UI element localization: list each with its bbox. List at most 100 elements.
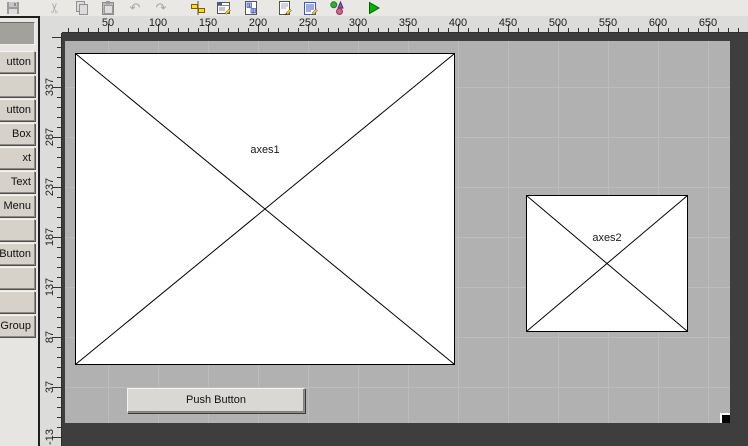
ruler-vertical: 3372872371871378737-13 bbox=[40, 33, 62, 446]
menu-editor-icon[interactable] bbox=[216, 0, 232, 16]
ruler-tick bbox=[718, 28, 719, 32]
undo-arrow-icon[interactable]: ↶ bbox=[127, 0, 143, 16]
palette-item-radio-button[interactable]: Button bbox=[0, 243, 35, 265]
ruler-tick bbox=[52, 37, 61, 38]
ruler-tick bbox=[52, 87, 61, 88]
ruler-tick bbox=[298, 28, 299, 32]
tab-order-icon[interactable]: 12 bbox=[243, 0, 259, 16]
ruler-tick bbox=[428, 28, 429, 32]
ruler-tick bbox=[398, 28, 399, 32]
ruler-tick bbox=[57, 117, 61, 118]
ruler-tick bbox=[188, 28, 189, 32]
redo-arrow-icon[interactable]: ↷ bbox=[153, 0, 169, 16]
ruler-tick bbox=[57, 77, 61, 78]
palette-item-push-button[interactable]: utton bbox=[0, 51, 35, 73]
axes-component-axes1[interactable]: axes1 bbox=[75, 53, 455, 365]
copy-icon[interactable] bbox=[74, 0, 90, 16]
ruler-tick bbox=[57, 227, 61, 228]
ruler-tick bbox=[628, 28, 629, 32]
ruler-tick bbox=[178, 28, 179, 32]
ruler-tick bbox=[458, 24, 459, 32]
ruler-tick bbox=[57, 277, 61, 278]
palette-item-toggle-button[interactable]: utton bbox=[0, 99, 35, 121]
object-browser-icon[interactable] bbox=[329, 0, 345, 16]
ruler-tick bbox=[57, 427, 61, 428]
property-inspector-icon[interactable] bbox=[303, 0, 319, 16]
ruler-tick bbox=[578, 28, 579, 32]
push-button-control[interactable]: Push Button bbox=[127, 388, 305, 413]
ruler-tick bbox=[538, 28, 539, 32]
ruler-tick bbox=[57, 67, 61, 68]
axes-label: axes1 bbox=[247, 144, 282, 156]
run-icon[interactable] bbox=[366, 0, 382, 16]
palette-item-check-box[interactable]: Box bbox=[0, 123, 35, 145]
ruler-tick bbox=[518, 28, 519, 32]
ruler-tick bbox=[57, 97, 61, 98]
ruler-tick bbox=[57, 57, 61, 58]
clipboard-icon[interactable] bbox=[100, 0, 116, 16]
ruler-tick bbox=[608, 24, 609, 32]
ruler-tick bbox=[728, 28, 729, 32]
palette-item-axes[interactable] bbox=[0, 267, 35, 289]
axes-component-axes2[interactable]: axes2 bbox=[526, 195, 688, 332]
ruler-tick bbox=[478, 28, 479, 32]
palette-item-popup-menu[interactable]: Menu bbox=[0, 195, 35, 217]
ruler-tick bbox=[98, 28, 99, 32]
palette-item-button-group[interactable]: Group bbox=[0, 315, 35, 337]
figure-canvas[interactable]: Push Button axes1 axes2 bbox=[65, 41, 730, 423]
svg-text:↶: ↶ bbox=[130, 0, 141, 15]
ruler-tick bbox=[118, 28, 119, 32]
ruler-tick bbox=[498, 28, 499, 32]
ruler-tick bbox=[158, 24, 159, 32]
ruler-tick bbox=[378, 28, 379, 32]
ruler-tick bbox=[138, 28, 139, 32]
axes-diagonals-icon bbox=[527, 196, 687, 331]
ruler-tick bbox=[52, 187, 61, 188]
ruler-tick bbox=[228, 28, 229, 32]
ruler-tick bbox=[218, 28, 219, 32]
palette-item-panel[interactable] bbox=[0, 291, 35, 313]
ruler-tick bbox=[358, 24, 359, 32]
ruler-tick bbox=[57, 347, 61, 348]
svg-text:↷: ↷ bbox=[156, 0, 168, 15]
ruler-tick bbox=[568, 28, 569, 32]
ruler-tick bbox=[57, 217, 61, 218]
scissors-icon[interactable]: ✂ bbox=[47, 0, 63, 16]
ruler-tick bbox=[558, 24, 559, 32]
palette-item-select[interactable] bbox=[0, 22, 35, 45]
ruler-tick bbox=[598, 28, 599, 32]
ruler-tick bbox=[57, 107, 61, 108]
palette-item-static-text[interactable]: Text bbox=[0, 171, 35, 193]
align-objects-icon[interactable] bbox=[190, 0, 206, 16]
palette-item-listbox[interactable] bbox=[0, 219, 35, 241]
ruler-tick bbox=[198, 28, 199, 32]
component-palette: uttonuttonBoxxtTextMenuButtonGroup bbox=[0, 16, 40, 446]
layout-area: Push Button axes1 axes2 bbox=[62, 33, 748, 446]
palette-item-slider[interactable] bbox=[0, 75, 35, 97]
ruler-tick bbox=[488, 28, 489, 32]
ruler-tick bbox=[57, 127, 61, 128]
ruler-tick bbox=[57, 357, 61, 358]
ruler-tick bbox=[258, 24, 259, 32]
ruler-tick bbox=[318, 28, 319, 32]
palette-item-edit-text[interactable]: xt bbox=[0, 147, 35, 169]
ruler-horizontal: 50100150200250300350400450500550600650 bbox=[62, 16, 748, 33]
ruler-tick bbox=[248, 28, 249, 32]
ruler-corner bbox=[40, 16, 62, 33]
mfile-editor-icon[interactable] bbox=[277, 0, 293, 16]
ruler-tick bbox=[208, 24, 209, 32]
ruler-tick bbox=[668, 28, 669, 32]
ruler-tick bbox=[57, 167, 61, 168]
ruler-tick bbox=[278, 28, 279, 32]
ruler-tick bbox=[108, 24, 109, 32]
save-icon[interactable] bbox=[5, 0, 21, 16]
ruler-tick bbox=[368, 28, 369, 32]
figure-resize-handle[interactable] bbox=[720, 413, 730, 423]
ruler-tick bbox=[78, 28, 79, 32]
ruler-tick bbox=[468, 28, 469, 32]
ruler-tick bbox=[68, 28, 69, 32]
ruler-tick bbox=[57, 397, 61, 398]
ruler-tick bbox=[57, 147, 61, 148]
ruler-tick bbox=[57, 377, 61, 378]
ruler-tick bbox=[57, 177, 61, 178]
